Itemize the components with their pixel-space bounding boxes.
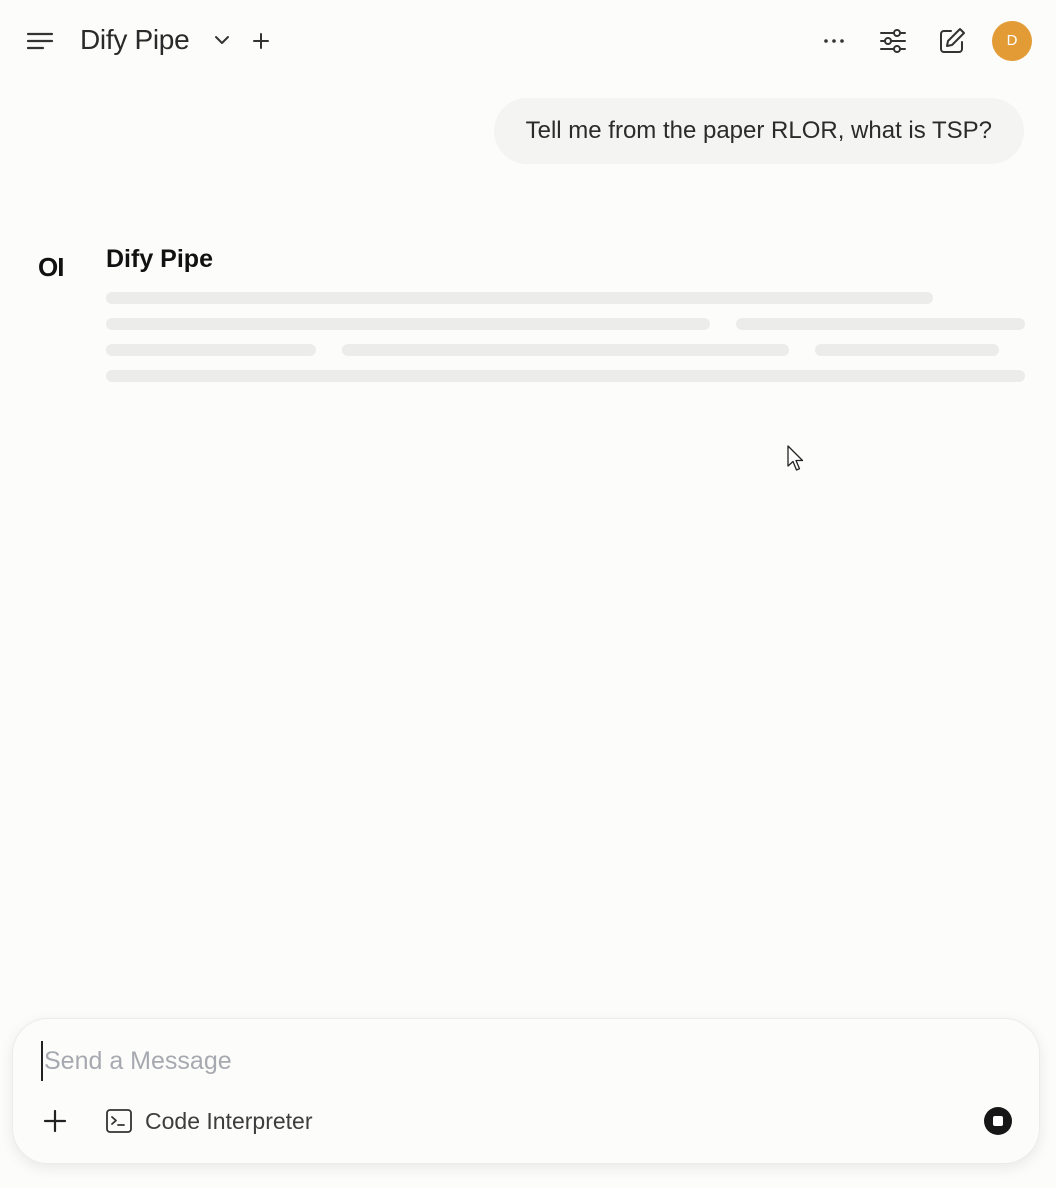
model-selector[interactable]: Dify Pipe [80,20,190,60]
skeleton-line [106,292,933,304]
message-input[interactable] [41,1041,1004,1081]
code-interpreter-label: Code Interpreter [145,1107,313,1134]
skeleton-line [106,318,710,330]
chat-page: Dify Pipe D Tell me from the paper RLOR,… [0,0,1056,1188]
top-bar: Dify Pipe D [0,0,1056,82]
user-message: Tell me from the paper RLOR, what is TSP… [493,98,1024,164]
skeleton-line [342,344,789,356]
message-composer: Code Interpreter [12,1018,1040,1164]
plus-icon [43,1109,67,1133]
plus-icon [253,33,269,49]
assistant-logo-icon: OI [38,252,64,282]
new-chat-button[interactable] [937,26,967,56]
more-options-button[interactable] [819,26,849,56]
terminal-icon [106,1109,132,1133]
ellipsis-icon [824,39,844,43]
stop-icon[interactable] [984,1107,1012,1135]
sliders-icon [880,29,906,53]
menu-icon[interactable] [24,26,56,56]
pencil-square-icon [940,28,965,53]
code-interpreter-toggle[interactable]: Code Interpreter [105,1105,312,1137]
attach-button[interactable] [41,1107,69,1135]
chevron-down-icon[interactable] [212,30,232,50]
add-model-button[interactable] [250,30,272,52]
skeleton-line [736,318,1025,330]
skeleton-line [815,344,999,356]
user-avatar[interactable]: D [992,21,1032,61]
controls-button[interactable] [878,26,908,56]
skeleton-line [106,344,316,356]
mouse-pointer-icon [787,445,804,471]
assistant-name: Dify Pipe [106,245,213,273]
skeleton-line [106,370,1025,382]
